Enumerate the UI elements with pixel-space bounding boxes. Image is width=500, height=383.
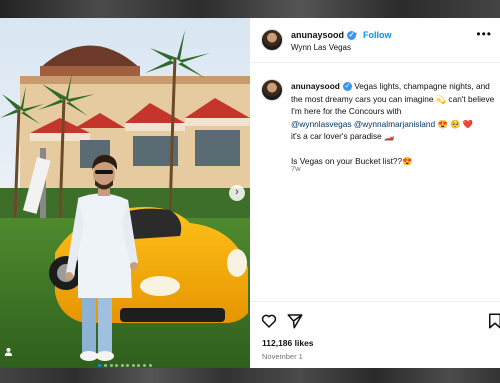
- carousel-dot: [109, 364, 113, 367]
- follow-button[interactable]: Follow: [363, 30, 392, 40]
- carousel-dot: [137, 364, 141, 367]
- next-image-button[interactable]: ›: [229, 185, 245, 201]
- mention-link[interactable]: @wynnalmarjanisland: [354, 119, 435, 129]
- carousel-dot: [115, 364, 119, 367]
- location-link[interactable]: Wynn Las Vegas: [291, 43, 351, 52]
- background-page-strip: [0, 0, 500, 18]
- heart-icon[interactable]: [260, 312, 278, 330]
- header-username-text[interactable]: anunaysood: [291, 30, 344, 40]
- carousel-dot: [131, 364, 135, 367]
- post-photo: [0, 18, 250, 368]
- user-tag-icon[interactable]: [4, 347, 13, 356]
- caption-emojis: 😍 🥺 ❤️: [437, 118, 474, 129]
- mention-link[interactable]: @wynnlasvegas: [291, 119, 352, 129]
- background-page-strip-bottom: [0, 368, 500, 383]
- carousel-dot: [126, 364, 130, 367]
- action-bar: [250, 301, 500, 332]
- carousel-dot: [103, 364, 107, 367]
- carousel-dot: [120, 364, 124, 367]
- caption-text-2: it's a car lover's paradise 🏎️: [291, 131, 395, 141]
- bookmark-icon[interactable]: [486, 312, 500, 330]
- caption-question: Is Vegas on your Bucket list??😍: [291, 155, 413, 166]
- separator-dot: •: [354, 29, 358, 39]
- post-age: 7w: [291, 164, 301, 173]
- like-count[interactable]: 112,186 likes: [262, 338, 314, 348]
- share-icon[interactable]: [286, 312, 304, 330]
- verified-badge-icon: ✓: [342, 82, 352, 92]
- avatar[interactable]: [261, 29, 283, 51]
- post-header: anunaysood ✓ • Follow Wynn Las Vegas •••: [250, 18, 500, 63]
- carousel-dot: [98, 364, 102, 367]
- caption-username[interactable]: anunaysood: [291, 81, 340, 91]
- post-dialog: › anunaysood ✓ • Follow Wynn Las Vegas ••…: [0, 18, 500, 368]
- post-sidebar: anunaysood ✓ • Follow Wynn Las Vegas ••• …: [250, 18, 500, 368]
- post-media: ›: [0, 18, 250, 368]
- post-date: November 1: [262, 352, 303, 361]
- more-options-icon[interactable]: •••: [476, 27, 492, 41]
- header-username[interactable]: anunaysood ✓: [291, 30, 357, 41]
- post-caption: anunaysood ✓ Vegas lights, champagne nigh…: [291, 80, 496, 167]
- caption-avatar[interactable]: [261, 79, 283, 101]
- carousel-indicator: [0, 354, 250, 368]
- carousel-dot: [148, 364, 152, 367]
- carousel-dot: [143, 364, 147, 367]
